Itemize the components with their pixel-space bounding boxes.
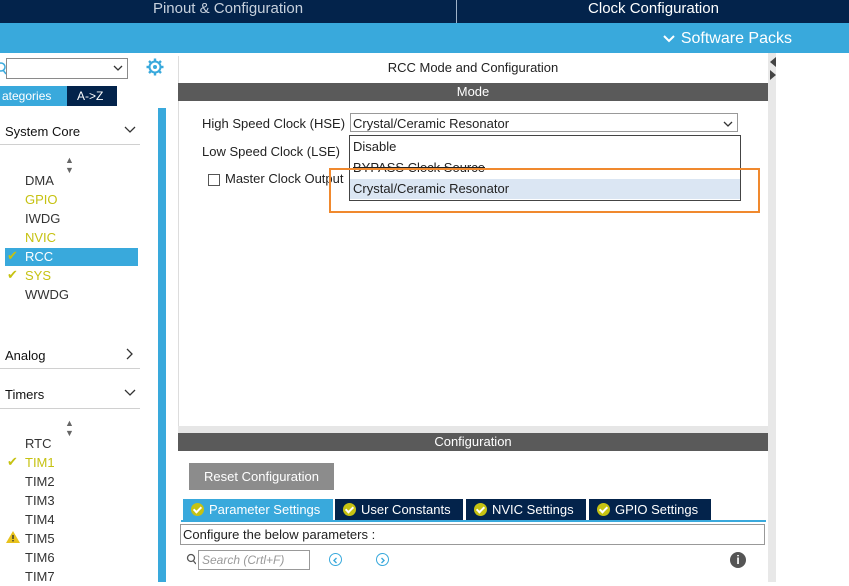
sort-icon[interactable]: ▲ ▼ xyxy=(65,155,74,175)
divider xyxy=(0,368,140,369)
chevron-down-icon xyxy=(723,121,733,127)
panel-title: RCC Mode and Configuration xyxy=(387,60,559,75)
sidebar-item-tim3[interactable]: TIM3 xyxy=(25,491,55,510)
tab-clock-configuration[interactable]: Clock Configuration xyxy=(456,0,849,23)
check-circle-icon xyxy=(343,503,356,516)
search-combo[interactable] xyxy=(6,58,128,79)
sidebar-item-tim1[interactable]: TIM1 xyxy=(25,453,55,472)
sidebar-item-nvic[interactable]: NVIC xyxy=(25,228,56,247)
option-label: Disable xyxy=(353,139,397,154)
tab-label: GPIO Settings xyxy=(615,502,699,517)
parameter-search-input[interactable]: Search (Crtl+F) xyxy=(198,550,310,570)
tab-label: NVIC Settings xyxy=(492,502,574,517)
tab-gpio-settings[interactable]: GPIO Settings xyxy=(589,499,711,520)
group-timers[interactable]: Timers xyxy=(5,387,44,402)
group-analog[interactable]: Analog xyxy=(5,348,45,363)
sidebar-item-rtc[interactable]: RTC xyxy=(25,434,51,453)
search-icon xyxy=(186,553,196,565)
hse-select[interactable]: Crystal/Ceramic Resonator xyxy=(350,113,738,132)
sidebar-item-tim5[interactable]: TIM5 xyxy=(25,529,55,548)
next-result-icon[interactable] xyxy=(376,553,389,566)
chevron-down-icon xyxy=(113,65,123,71)
tab-a-z[interactable]: A->Z xyxy=(67,86,117,106)
check-circle-icon xyxy=(474,503,487,516)
check-icon: ✔ xyxy=(7,248,18,263)
sidebar-item-tim7[interactable]: TIM7 xyxy=(25,567,55,586)
previous-result-icon[interactable] xyxy=(329,553,342,566)
check-circle-icon xyxy=(191,503,204,516)
divider xyxy=(0,144,140,145)
tab-user-constants[interactable]: User Constants xyxy=(335,499,463,520)
sidebar-item-tim2[interactable]: TIM2 xyxy=(25,472,55,491)
info-icon[interactable]: i xyxy=(730,552,746,568)
highlight-box xyxy=(329,168,760,213)
check-icon: ✔ xyxy=(7,267,18,282)
chevron-down-icon xyxy=(663,35,675,43)
check-icon: ✔ xyxy=(7,454,18,469)
gear-icon[interactable] xyxy=(146,58,164,76)
tab-underline xyxy=(181,520,766,522)
software-packs-menu[interactable]: Software Packs xyxy=(663,23,792,53)
reset-configuration-button[interactable]: Reset Configuration xyxy=(189,463,334,490)
hse-select-value: Crystal/Ceramic Resonator xyxy=(353,116,510,131)
sidebar-item-dma[interactable]: DMA xyxy=(25,171,54,190)
configuration-header: Configuration xyxy=(178,433,768,451)
mco-label: Master Clock Output xyxy=(225,171,344,186)
right-splitter[interactable] xyxy=(768,53,776,582)
warning-icon xyxy=(6,531,20,543)
mode-header: Mode xyxy=(178,83,768,101)
chevron-down-icon[interactable] xyxy=(124,126,136,134)
group-system-core[interactable]: System Core xyxy=(5,124,80,139)
right-empty-area xyxy=(776,53,849,582)
panel-divider[interactable] xyxy=(178,426,768,433)
chevron-right-icon[interactable] xyxy=(126,348,134,360)
mco-checkbox[interactable] xyxy=(208,174,220,186)
tab-label: Parameter Settings xyxy=(209,502,321,517)
mode-panel xyxy=(178,56,769,426)
sidebar-item-wwdg[interactable]: WWDG xyxy=(25,285,69,304)
option-disable[interactable]: Disable xyxy=(350,137,740,157)
sort-icon[interactable]: ▲ ▼ xyxy=(65,418,74,438)
sidebar-item-tim4[interactable]: TIM4 xyxy=(25,510,55,529)
sidebar-item-tim6[interactable]: TIM6 xyxy=(25,548,55,567)
hse-label: High Speed Clock (HSE) xyxy=(202,116,346,131)
divider xyxy=(0,408,140,409)
lse-label: Low Speed Clock (LSE) xyxy=(202,144,341,159)
software-packs-label: Software Packs xyxy=(680,30,792,47)
sidebar-item-sys[interactable]: SYS xyxy=(25,266,51,285)
tab-pinout-configuration[interactable]: Pinout & Configuration xyxy=(0,0,456,23)
tab-categories[interactable]: ategories xyxy=(0,86,67,106)
left-scrollbar[interactable] xyxy=(158,108,166,582)
check-circle-icon xyxy=(597,503,610,516)
tab-label: User Constants xyxy=(361,502,451,517)
sidebar-item-rcc[interactable]: RCC xyxy=(25,247,53,266)
tab-parameter-settings[interactable]: Parameter Settings xyxy=(183,499,333,520)
sidebar-item-gpio[interactable]: GPIO xyxy=(25,190,58,209)
tab-nvic-settings[interactable]: NVIC Settings xyxy=(466,499,586,520)
chevron-down-icon[interactable] xyxy=(124,389,136,397)
sidebar-item-iwdg[interactable]: IWDG xyxy=(25,209,60,228)
parameters-instructions: Configure the below parameters : xyxy=(180,524,765,545)
